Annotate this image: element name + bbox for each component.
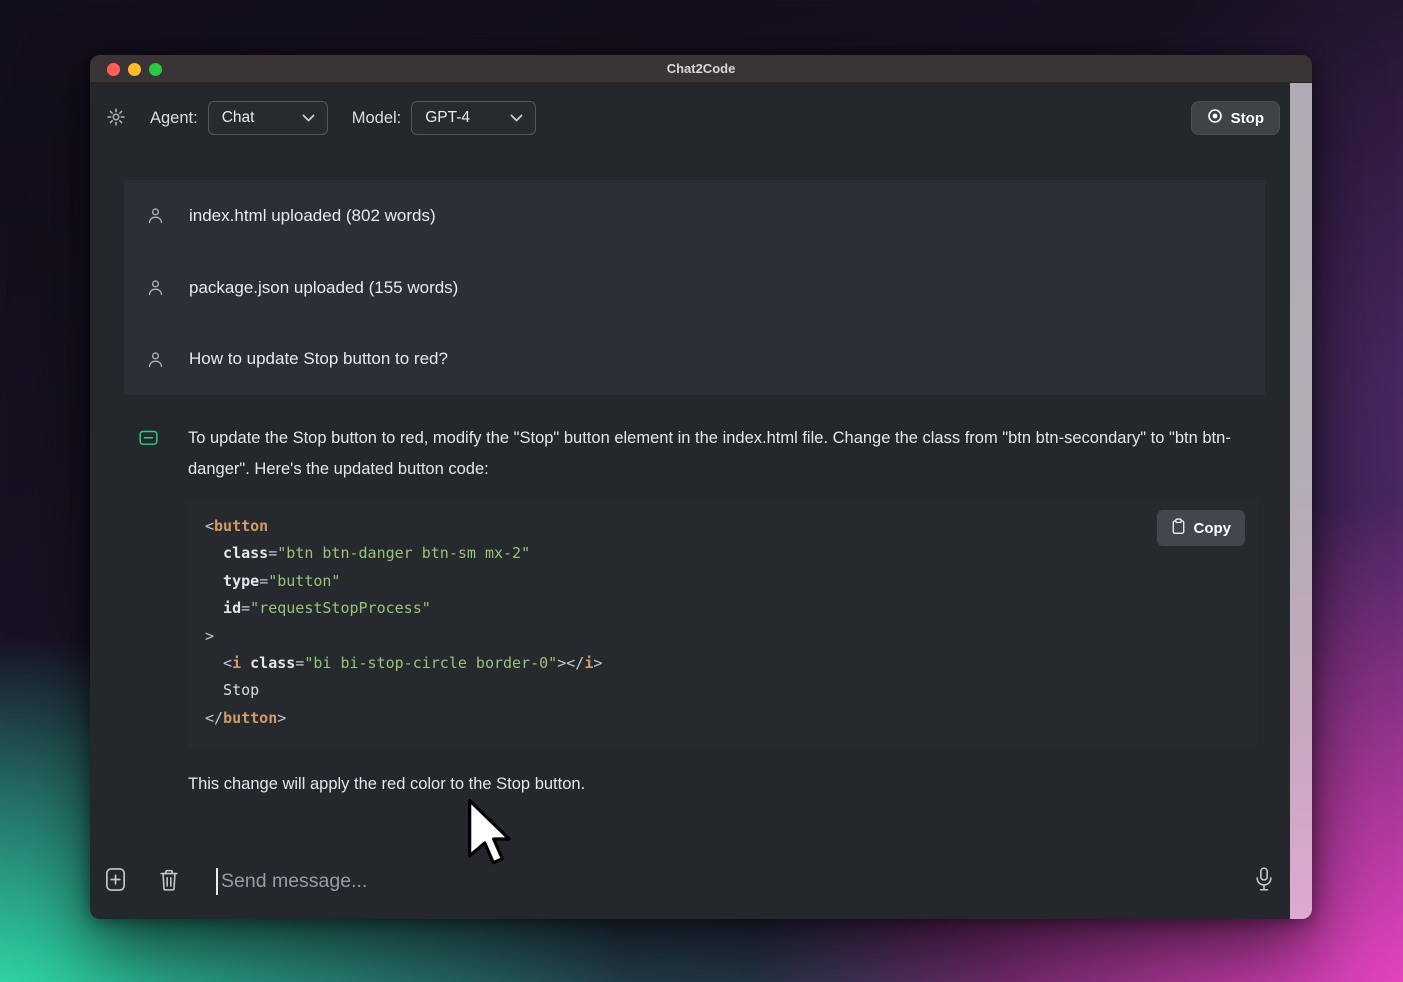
settings-button[interactable] <box>106 107 126 130</box>
agent-select[interactable]: Chat <box>207 101 328 135</box>
agent-label: Agent: <box>150 108 198 127</box>
trash-icon <box>158 868 180 895</box>
microphone-icon <box>1254 866 1274 896</box>
user-message: package.json uploaded (155 words) <box>124 252 1265 324</box>
assistant-outro-text: This change will apply the red color to … <box>188 775 586 794</box>
assistant-message: To update the Stop button to red, modify… <box>138 423 1262 794</box>
model-select-value: GPT-4 <box>425 109 471 126</box>
user-messages-panel: index.html uploaded (802 words) package.… <box>124 180 1265 395</box>
code-content: <button class="btn btn-danger btn-sm mx-… <box>205 517 603 727</box>
user-icon <box>146 350 165 369</box>
window-title: Chat2Code <box>666 61 736 76</box>
attach-file-button[interactable] <box>104 867 127 895</box>
agent-select-value: Chat <box>221 109 255 126</box>
clipboard-icon <box>1171 518 1186 539</box>
chevron-down-icon <box>510 109 523 127</box>
clear-chat-button[interactable] <box>158 868 180 895</box>
copy-button-label: Copy <box>1193 519 1232 537</box>
toolbar: Agent: Chat Model: GPT-4 Stop <box>90 83 1290 153</box>
composer-bar: Send message... <box>90 847 1290 919</box>
copy-button[interactable]: Copy <box>1156 510 1245 546</box>
code-block: <button class="btn btn-danger btn-sm mx-… <box>188 498 1258 749</box>
file-plus-icon <box>104 867 127 895</box>
gear-icon <box>106 107 126 130</box>
user-message-text: How to update Stop button to red? <box>189 349 448 369</box>
stop-button-label: Stop <box>1230 109 1264 127</box>
user-message-text: index.html uploaded (802 words) <box>189 205 436 225</box>
message-input[interactable]: Send message... <box>216 861 1254 901</box>
record-circle-icon <box>1207 108 1223 128</box>
user-message: index.html uploaded (802 words) <box>124 180 1265 252</box>
message-input-placeholder: Send message... <box>221 869 368 892</box>
titlebar[interactable]: Chat2Code <box>90 55 1312 83</box>
user-message: How to update Stop button to red? <box>124 323 1265 395</box>
voice-input-button[interactable] <box>1254 866 1274 896</box>
stop-button[interactable]: Stop <box>1190 101 1280 135</box>
app-window: Chat2Code Agent: Chat Model: GPT-4 Stop … <box>90 55 1312 919</box>
user-message-text: package.json uploaded (155 words) <box>189 277 459 297</box>
user-icon <box>146 278 165 297</box>
minimize-button[interactable] <box>128 62 141 76</box>
traffic-lights <box>107 55 162 83</box>
scrollbar[interactable] <box>1290 83 1312 919</box>
close-button[interactable] <box>107 62 120 76</box>
zoom-button[interactable] <box>149 62 162 76</box>
model-select[interactable]: GPT-4 <box>411 101 537 135</box>
text-caret <box>216 867 218 895</box>
chat-bubble-icon <box>138 430 159 453</box>
assistant-intro-text: To update the Stop button to red, modify… <box>188 429 1231 478</box>
user-icon <box>146 206 165 225</box>
model-label: Model: <box>351 108 402 127</box>
chevron-down-icon <box>302 109 315 127</box>
